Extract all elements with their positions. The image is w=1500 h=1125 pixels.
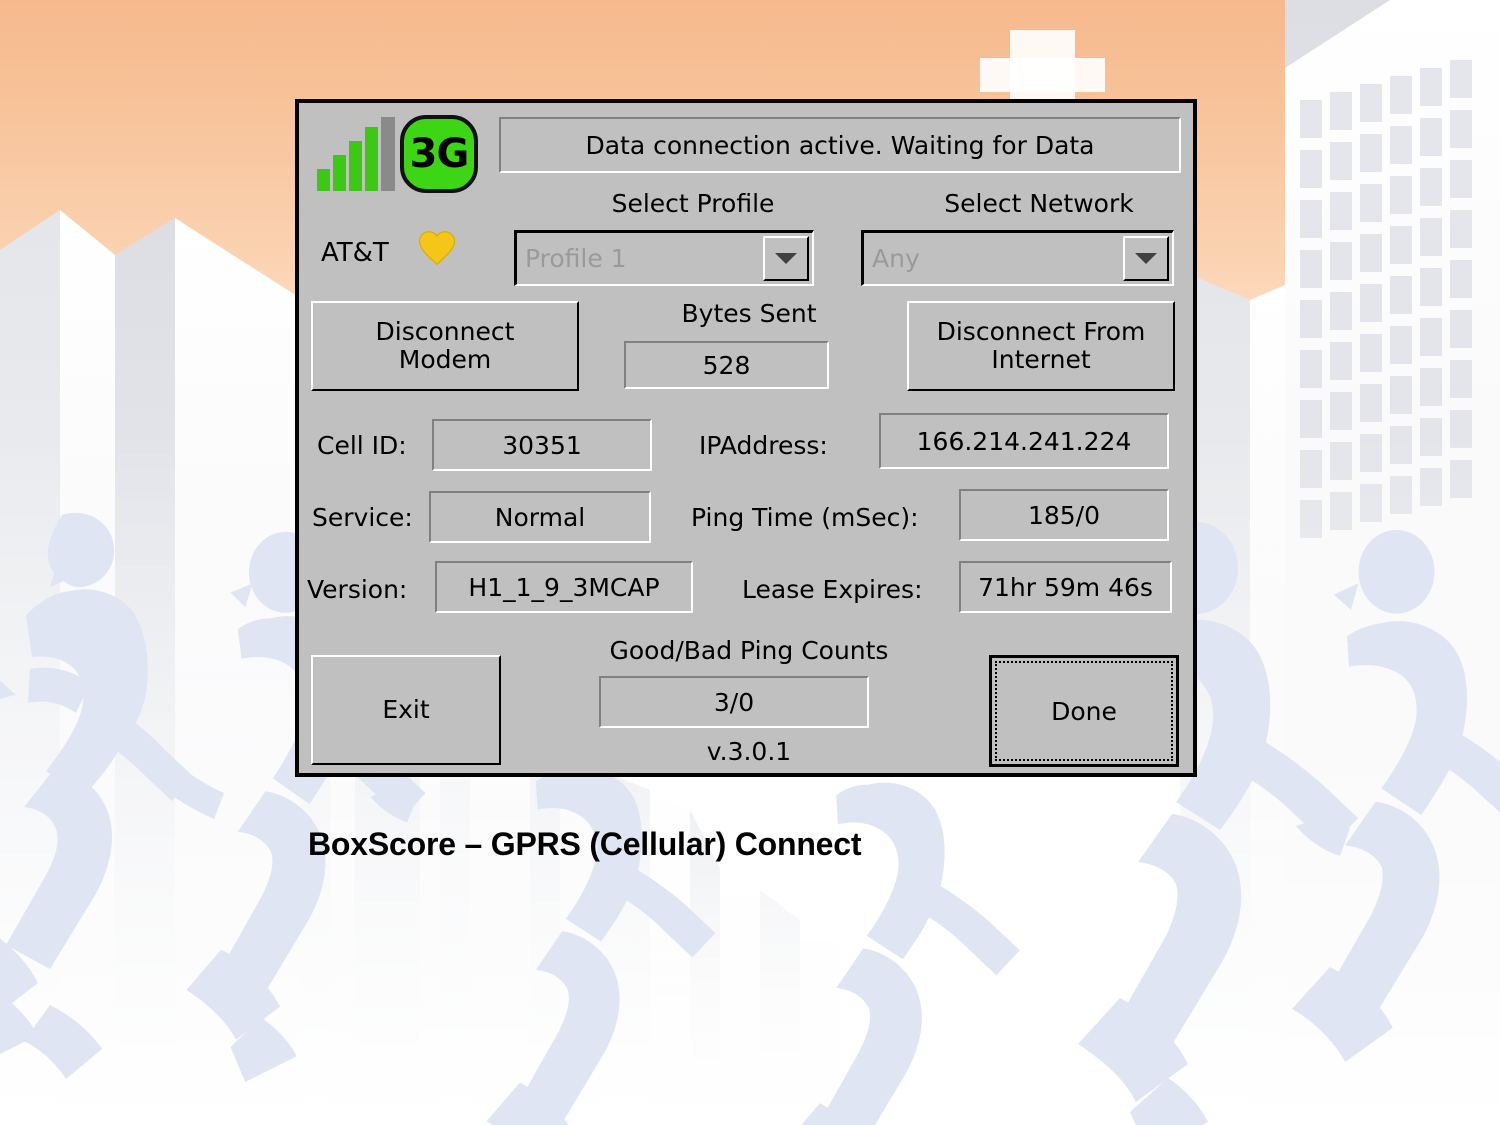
- disconnect-internet-button[interactable]: Disconnect From Internet: [907, 301, 1175, 391]
- disconnect-modem-line1: Disconnect: [375, 317, 515, 346]
- disconnect-modem-button[interactable]: Disconnect Modem: [311, 301, 579, 391]
- network-type-badge: 3G: [400, 115, 478, 193]
- ping-time-value: 185/0: [1027, 500, 1101, 530]
- cell-id-field: 30351: [432, 419, 652, 471]
- version-label: Version:: [307, 574, 408, 604]
- lease-expires-label: Lease Expires:: [742, 574, 923, 604]
- ping-time-label: Ping Time (mSec):: [691, 502, 919, 532]
- done-button[interactable]: Done: [989, 655, 1179, 767]
- signal-strength-icon: [317, 117, 395, 191]
- service-field: Normal: [429, 491, 651, 543]
- network-dropdown[interactable]: Any: [861, 230, 1174, 286]
- cell-id-value: 30351: [502, 430, 582, 460]
- ip-address-field: 166.214.241.224: [879, 413, 1169, 469]
- version-value: H1_1_9_3MCAP: [468, 572, 660, 602]
- chevron-down-icon[interactable]: [763, 236, 809, 281]
- network-dropdown-value: Any: [872, 244, 920, 273]
- ip-address-value: 166.214.241.224: [916, 426, 1132, 456]
- version-field: H1_1_9_3MCAP: [435, 561, 693, 613]
- disconnect-internet-line2: Internet: [991, 345, 1091, 374]
- ping-counts-label: Good/Bad Ping Counts: [609, 635, 889, 665]
- ping-counts-field: 3/0: [599, 676, 869, 728]
- disconnect-internet-line1: Disconnect From: [936, 317, 1146, 346]
- ip-address-label: IPAddress:: [699, 430, 828, 460]
- status-message-field: Data connection active. Waiting for Data: [499, 117, 1181, 173]
- carrier-label: AT&T: [321, 238, 389, 268]
- profile-dropdown[interactable]: Profile 1: [514, 230, 814, 286]
- select-profile-label: Select Profile: [611, 188, 775, 218]
- slide-canvas: 3G AT&T Data connection active. Waiting …: [0, 0, 1500, 1125]
- chevron-down-icon[interactable]: [1123, 236, 1169, 281]
- disconnect-modem-line2: Modem: [398, 345, 492, 374]
- service-label: Service:: [312, 502, 413, 532]
- exit-button[interactable]: Exit: [311, 655, 501, 765]
- done-button-label: Done: [995, 661, 1173, 761]
- lease-expires-field: 71hr 59m 46s: [959, 561, 1172, 613]
- app-version-label: v.3.0.1: [706, 736, 792, 766]
- bytes-sent-label: Bytes Sent: [681, 298, 817, 328]
- profile-dropdown-value: Profile 1: [525, 244, 627, 273]
- ping-time-field: 185/0: [959, 489, 1169, 541]
- status-message-text: Data connection active. Waiting for Data: [585, 130, 1095, 160]
- slide-caption: BoxScore – GPRS (Cellular) Connect: [308, 826, 862, 862]
- bytes-sent-value: 528: [702, 350, 751, 380]
- heart-icon: [418, 231, 456, 266]
- gprs-connect-dialog: 3G AT&T Data connection active. Waiting …: [295, 99, 1197, 777]
- bytes-sent-field: 528: [624, 341, 829, 389]
- lease-expires-value: 71hr 59m 46s: [978, 572, 1153, 602]
- cell-id-label: Cell ID:: [317, 430, 407, 460]
- select-network-label: Select Network: [944, 188, 1134, 218]
- service-value: Normal: [494, 502, 586, 532]
- ping-counts-value: 3/0: [713, 687, 755, 717]
